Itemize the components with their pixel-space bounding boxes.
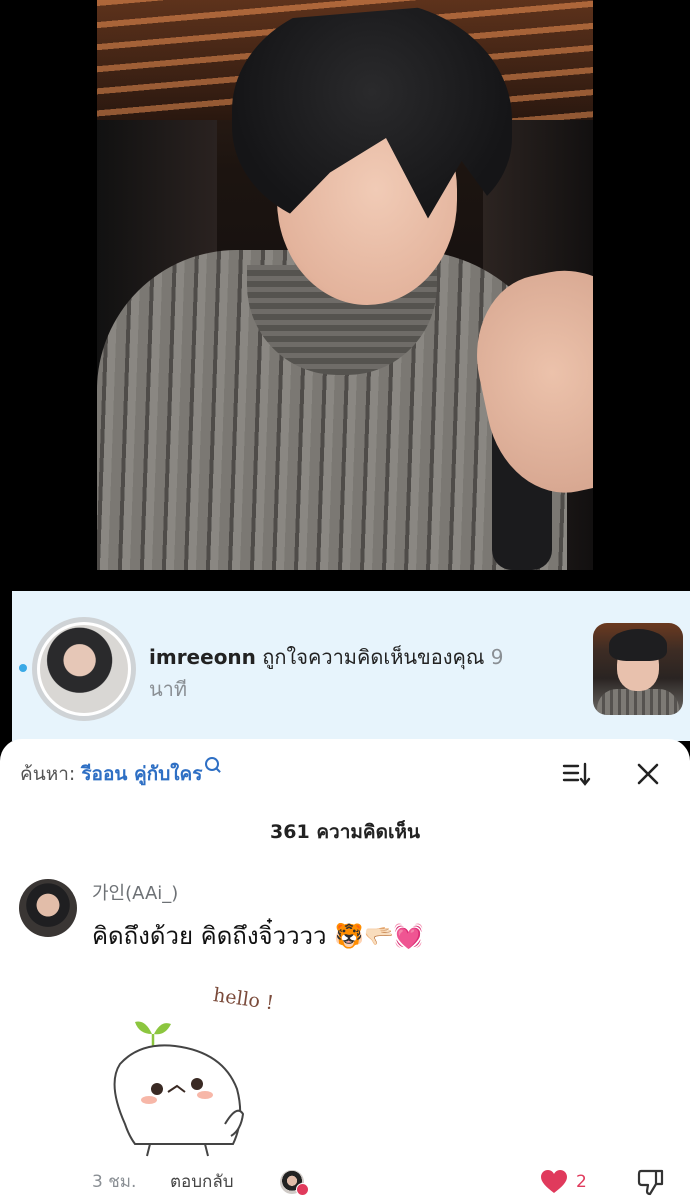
notification-avatar[interactable] xyxy=(32,617,136,721)
notification-time-value: 9 xyxy=(490,645,504,669)
creator-liked-heart-icon xyxy=(296,1183,309,1196)
like-notification[interactable]: imreeonn ถูกใจความคิดเห็นของคุณ 9 นาที xyxy=(12,591,690,741)
search-icon xyxy=(205,757,220,771)
comment-actions: 3 ชม. ตอบกลับ 2 xyxy=(92,1167,682,1197)
reply-button[interactable]: ตอบกลับ xyxy=(170,1167,234,1197)
comment-author-avatar[interactable] xyxy=(19,879,77,937)
heart-icon[interactable] xyxy=(540,1169,568,1195)
thumbs-down-icon[interactable] xyxy=(636,1167,666,1197)
comment-author-name[interactable]: 가인(AAi_) xyxy=(92,879,178,905)
comment-count: 361 ความคิดเห็น xyxy=(270,821,420,843)
close-icon[interactable] xyxy=(632,758,664,790)
post-photo[interactable] xyxy=(97,0,593,570)
notification-post-thumbnail[interactable] xyxy=(593,623,683,715)
notification-username[interactable]: imreeonn xyxy=(149,645,256,669)
search-prefix: ค้นหา: xyxy=(20,763,76,785)
comments-sheet: ค้นหา: รีออน คู่กับใคร 361 ความคิดเห็น 가… xyxy=(0,739,690,1200)
unread-dot xyxy=(19,664,27,672)
notification-time-unit: นาที xyxy=(149,677,188,701)
notification-text: imreeonn ถูกใจความคิดเห็นของคุณ 9 นาที xyxy=(149,641,549,705)
comment-time: 3 ชม. xyxy=(92,1172,137,1192)
notification-action: ถูกใจความคิดเห็นของคุณ xyxy=(262,645,485,669)
search-query-link[interactable]: รีออน คู่กับใคร xyxy=(81,763,202,785)
sticker-text: hello ! xyxy=(212,984,275,1014)
like-count: 2 xyxy=(576,1172,587,1192)
comment-text: คิดถึงด้วย คิดถึงจิ๋วววว 🐯🫳🏻💓 xyxy=(92,922,424,950)
hello-sticker: hello ! xyxy=(113,984,275,1157)
sort-icon[interactable] xyxy=(560,758,592,790)
